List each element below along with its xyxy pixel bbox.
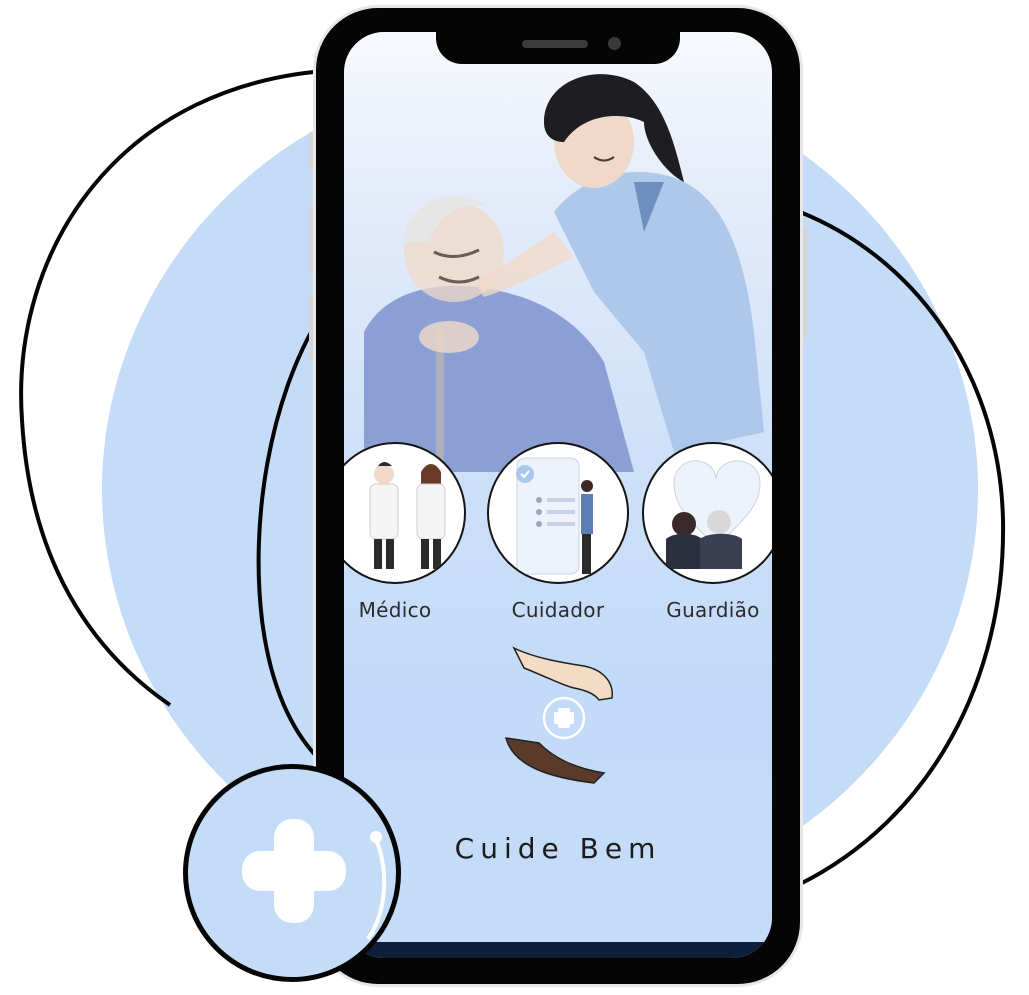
role-option-guardiao[interactable]: Guardião	[642, 442, 772, 622]
app-screen: Médico Cuidador Guardião Cuide Bem	[344, 32, 772, 958]
caring-hands-plus-icon	[504, 646, 613, 784]
role-circle-guardiao[interactable]	[642, 442, 772, 584]
role-label-medico: Médico	[358, 598, 432, 622]
doctors-illustration-icon	[369, 462, 446, 569]
phone-camera	[608, 37, 621, 50]
role-selector: Médico Cuidador Guardião	[344, 442, 772, 622]
plus-badge-icon	[183, 764, 401, 982]
app-brand-name: Cuide Bem	[454, 832, 662, 865]
role-circle-cuidador[interactable]	[487, 442, 629, 584]
caregiver-with-elderly-illustration	[364, 74, 764, 492]
caregiver-checklist-icon	[516, 457, 593, 575]
role-label-cuidador: Cuidador	[511, 598, 605, 622]
role-label-guardiao: Guardião	[666, 598, 760, 622]
role-option-medico[interactable]: Médico	[344, 442, 466, 622]
power-button	[800, 228, 808, 338]
screen-bottom-bar	[344, 942, 772, 958]
role-option-cuidador[interactable]: Cuidador	[487, 442, 629, 622]
guardian-hug-icon	[666, 460, 761, 569]
phone-speaker	[522, 40, 588, 48]
role-circle-medico[interactable]	[344, 442, 466, 584]
